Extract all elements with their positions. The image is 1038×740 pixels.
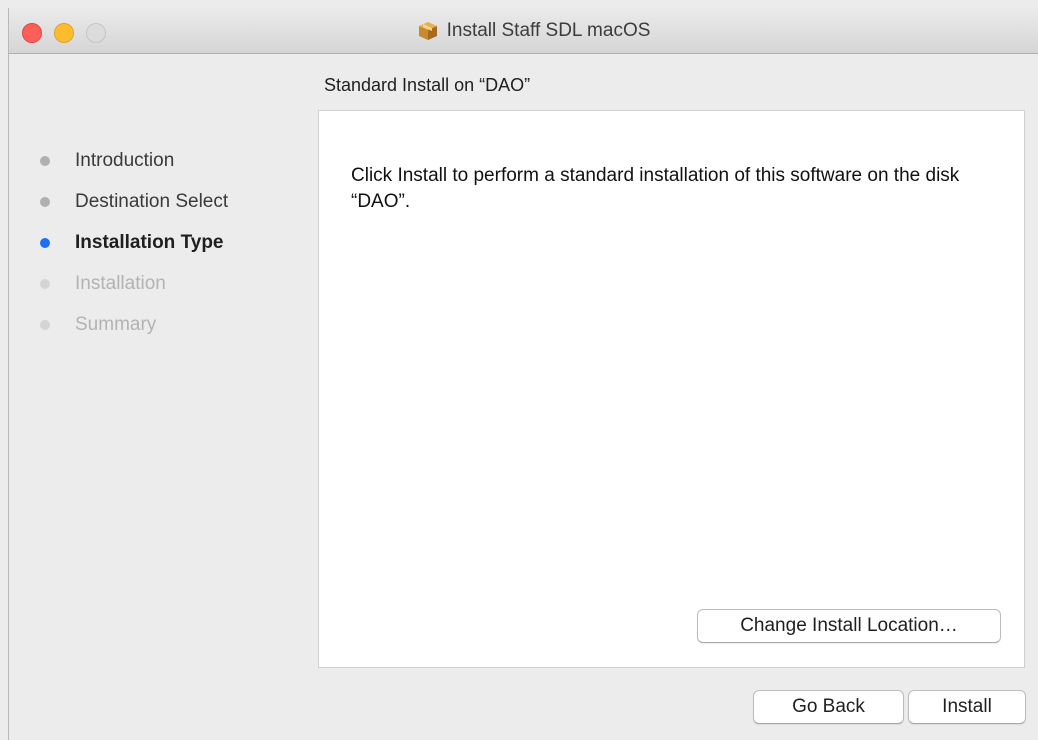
install-button[interactable]: Install [908, 690, 1026, 724]
install-description: Click Install to perform a standard inst… [351, 165, 960, 212]
step-label: Summary [75, 314, 157, 335]
step-label: Installation Type [75, 232, 224, 253]
step-label: Installation [75, 273, 166, 294]
installer-window: Install Staff SDL macOS Standard Install… [8, 8, 1038, 740]
title-bar[interactable]: Install Staff SDL macOS [9, 8, 1038, 54]
step-indicator-icon [40, 279, 50, 289]
step-indicator-icon [40, 197, 50, 207]
window-title-group: Install Staff SDL macOS [9, 8, 1038, 54]
step-current-indicator-icon [40, 238, 50, 248]
step-indicator-icon [40, 156, 50, 166]
installer-steps: Introduction Destination Select Installa… [37, 147, 228, 352]
page-subtitle: Standard Install on “DAO” [324, 75, 531, 95]
package-icon [418, 22, 437, 40]
step-installation-type: Installation Type [37, 229, 228, 270]
go-back-button[interactable]: Go Back [753, 690, 904, 724]
step-destination-select: Destination Select [37, 188, 228, 229]
window-title: Install Staff SDL macOS [446, 20, 651, 41]
step-label: Introduction [75, 150, 175, 171]
step-summary: Summary [37, 311, 228, 352]
content-panel: Click Install to perform a standard inst… [318, 110, 1025, 668]
step-installation: Installation [37, 270, 228, 311]
change-install-location-button[interactable]: Change Install Location… [697, 609, 1001, 643]
step-introduction: Introduction [37, 147, 228, 188]
step-label: Destination Select [75, 191, 229, 212]
step-indicator-icon [40, 320, 50, 330]
